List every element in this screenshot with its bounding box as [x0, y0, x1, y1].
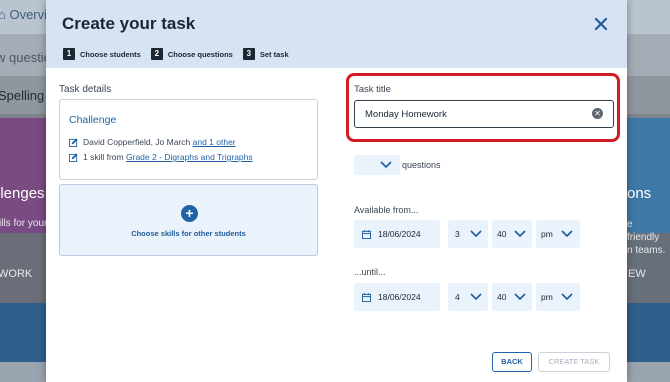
- right-card-cta: EW: [628, 268, 646, 280]
- questions-count-select[interactable]: [354, 155, 400, 175]
- create-task-modal: Create your task 1 Choose students 2 Cho…: [46, 0, 627, 382]
- step-label: Choose questions: [167, 49, 233, 59]
- task-details-label: Task details: [59, 84, 112, 95]
- calendar-icon: [362, 230, 371, 239]
- ampm-value: pm: [541, 292, 553, 302]
- calendar-icon: [362, 293, 371, 302]
- challenges-card-text: ills for your: [0, 218, 48, 229]
- questions-heading: w questio: [0, 50, 51, 65]
- edit-icon[interactable]: [69, 152, 78, 162]
- clear-icon[interactable]: ✕: [592, 108, 603, 119]
- step-number: 1: [63, 48, 75, 60]
- close-button[interactable]: [590, 13, 612, 35]
- hour-value: 4: [455, 292, 460, 302]
- chevron-down-icon: [470, 293, 482, 301]
- hour-value: 3: [455, 229, 460, 239]
- modal-title: Create your task: [62, 14, 196, 33]
- skills-text: 1 skill from: [83, 152, 124, 162]
- minute-value: 40: [497, 229, 507, 239]
- create-task-button[interactable]: CREATE TASK: [538, 352, 610, 372]
- task-title-input[interactable]: [354, 100, 614, 128]
- step-label: Choose students: [80, 49, 141, 59]
- challenge-title: Challenge: [69, 114, 117, 126]
- until-ampm-select[interactable]: pm: [536, 283, 580, 311]
- skills-row: 1 skill from Grade 2 - Digraphs and Trig…: [69, 152, 253, 162]
- right-card-heading: ons: [627, 185, 652, 202]
- available-from-date: 18/06/2024: [378, 229, 421, 239]
- students-text: David Copperfield, Jo March: [83, 137, 191, 147]
- challenges-card-cta: WORK: [0, 268, 33, 280]
- available-from-minute-select[interactable]: 40: [492, 220, 532, 248]
- right-card-text: e friendly n teams.: [627, 219, 666, 256]
- task-title-label: Task title: [354, 84, 391, 95]
- chevron-down-icon: [514, 230, 526, 238]
- step-2: 2 Choose questions: [150, 48, 233, 60]
- modal-header: Create your task 1 Choose students 2 Cho…: [46, 0, 627, 68]
- challenges-card-heading: llenges: [0, 185, 45, 202]
- chevron-down-icon: [514, 293, 526, 301]
- close-icon: [594, 17, 608, 31]
- until-date: 18/06/2024: [378, 292, 421, 302]
- available-from-hour-select[interactable]: 3: [448, 220, 488, 248]
- until-minute-select[interactable]: 40: [492, 283, 532, 311]
- other-students-link[interactable]: and 1 other: [193, 137, 236, 147]
- skill-group-link[interactable]: Grade 2 - Digraphs and Trigraphs: [126, 152, 253, 162]
- back-button[interactable]: BACK: [492, 352, 532, 372]
- step-3: 3 Set task: [242, 48, 289, 60]
- available-from-label: Available from...: [354, 205, 419, 215]
- minute-value: 40: [497, 292, 507, 302]
- ampm-value: pm: [541, 229, 553, 239]
- plus-icon[interactable]: +: [181, 205, 198, 222]
- step-1: 1 Choose students: [63, 48, 141, 60]
- chevron-down-icon: [380, 161, 392, 169]
- questions-label: questions: [402, 160, 441, 170]
- chevron-down-icon: [470, 230, 482, 238]
- step-label: Set task: [259, 49, 289, 59]
- available-from-date-field[interactable]: 18/06/2024: [354, 220, 440, 248]
- until-date-field[interactable]: 18/06/2024: [354, 283, 440, 311]
- step-number: 2: [150, 48, 163, 60]
- edit-icon[interactable]: [69, 137, 78, 147]
- until-hour-select[interactable]: 4: [448, 283, 488, 311]
- students-row: David Copperfield, Jo March and 1 other: [69, 137, 236, 147]
- until-label: ...until...: [354, 267, 386, 277]
- chevron-down-icon: [561, 293, 573, 301]
- challenge-card: Challenge David Copperfield, Jo March an…: [59, 99, 318, 180]
- choose-skills-label: Choose skills for other students: [131, 229, 246, 238]
- step-indicator: 1 Choose students 2 Choose questions 3 S…: [63, 48, 299, 60]
- chevron-down-icon: [561, 230, 573, 238]
- step-number: 3: [242, 48, 255, 60]
- available-from-ampm-select[interactable]: pm: [536, 220, 580, 248]
- choose-skills-box[interactable]: + Choose skills for other students: [59, 184, 318, 256]
